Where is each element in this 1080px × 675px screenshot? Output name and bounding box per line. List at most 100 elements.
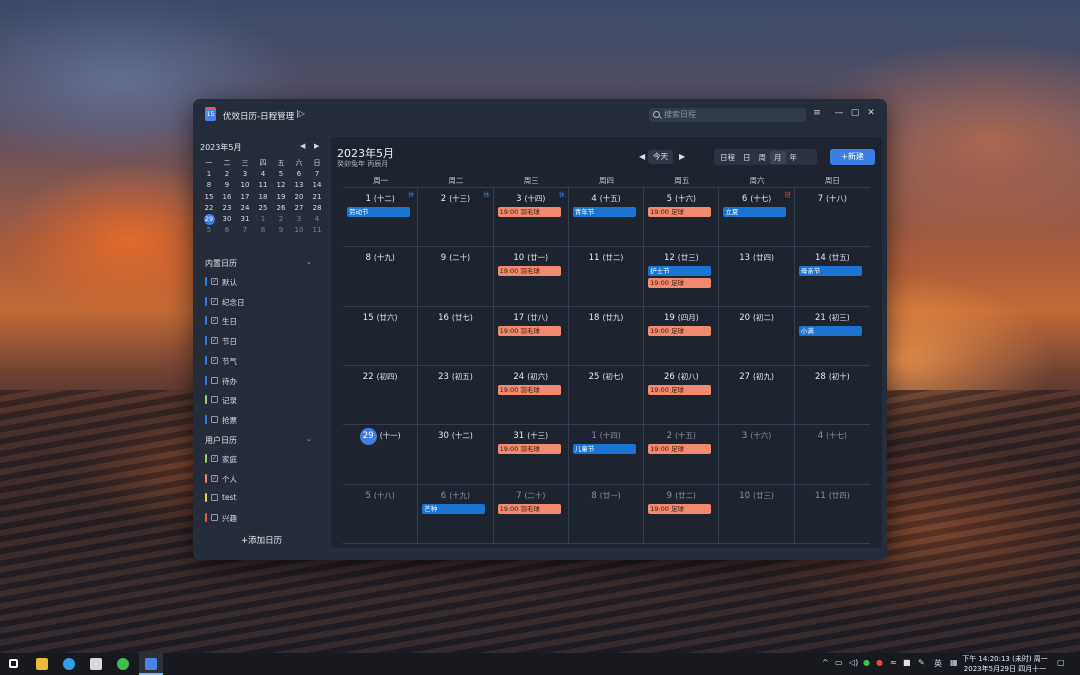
view-tab[interactable]: 年 [786,151,802,164]
day-cell[interactable]: 28 (初十) [794,366,870,426]
sidebar-toggle-icon[interactable]: |▷ [296,109,305,118]
file-explorer-taskbar-button[interactable] [30,653,54,675]
calendar-item[interactable]: ✓ 家庭 [205,453,315,465]
wifi-icon[interactable]: ≈ [890,658,897,667]
day-cell[interactable]: 6 (十七) 班立夏 [719,188,795,248]
calendar-checkbox[interactable] [211,494,218,502]
event-chip[interactable]: 19:00 足球 [648,385,712,395]
day-cell[interactable]: 10 (廿一) 19:00 羽毛球 [493,247,569,307]
today-button[interactable]: 今天 [648,150,673,164]
day-cell[interactable]: 26 (初八) 19:00 足球 [644,366,720,426]
chevron-up-icon[interactable]: ^ [822,658,829,667]
day-cell[interactable]: 3 (十六) [719,425,795,485]
mini-day[interactable]: 11 [308,225,326,236]
calendar-checkbox[interactable]: ✓ [211,356,218,364]
day-cell[interactable]: 11 (廿四) [794,485,870,544]
day-cell[interactable]: 31 (十三) 19:00 羽毛球 [493,425,569,485]
app-tray-icon[interactable]: ● [876,658,883,667]
mini-day[interactable]: 4 [308,214,326,225]
close-button[interactable]: ✕ [865,108,877,118]
day-cell[interactable]: 12 (廿三) 护士节 19:00 足球 [644,247,720,307]
day-cell[interactable]: 11 (廿二) [568,247,645,307]
day-cell[interactable]: 23 (初五) [418,366,494,426]
mini-day[interactable]: 11 [254,180,272,191]
mini-day[interactable]: 30 [218,214,236,225]
mini-day[interactable]: 2 [272,214,290,225]
calendar-checkbox[interactable]: ✓ [211,317,218,325]
mini-day[interactable]: 3 [290,214,308,225]
mini-day[interactable]: 19 [272,192,290,203]
event-chip[interactable]: 青年节 [572,207,636,217]
prev-month-icon[interactable]: ◀ [639,152,645,161]
mini-day[interactable]: 18 [254,192,272,203]
view-tab[interactable]: 日程 [716,151,739,164]
mini-day[interactable]: 21 [308,192,326,203]
event-chip[interactable]: 19:00 足球 [648,278,712,289]
day-cell[interactable]: 4 (十七) [794,425,870,485]
mini-day[interactable]: 7 [236,225,254,236]
next-month-icon[interactable]: ▶ [679,152,685,161]
event-chip[interactable]: 19:00 足球 [648,503,712,514]
calendar-app-taskbar-button[interactable] [139,653,163,675]
day-cell[interactable]: 5 (十八) [343,484,419,544]
day-cell[interactable]: 14 (廿五) 母亲节 [794,247,870,307]
day-cell[interactable]: 20 (初二) [719,306,795,366]
event-chip[interactable]: 儿童节 [572,444,636,455]
pen-icon[interactable]: ✎ [918,658,925,667]
keyboard-icon[interactable]: ▦ [950,658,958,667]
mini-day[interactable]: 3 [236,169,254,180]
mini-day[interactable]: 8 [254,225,272,236]
add-calendar-button[interactable]: +添加日历 [241,534,282,546]
game-app-taskbar-button[interactable] [84,653,108,675]
mini-day[interactable]: 10 [290,225,308,236]
day-cell[interactable]: 29 (十一) [343,425,419,485]
day-cell[interactable]: 24 (初六) 19:00 羽毛球 [493,366,569,426]
mini-day[interactable]: 15 [200,192,218,203]
day-cell[interactable]: 27 (初九) [719,366,795,426]
day-cell[interactable]: 10 (廿三) [719,484,795,544]
event-chip[interactable]: 19:00 羽毛球 [497,266,561,277]
event-chip[interactable]: 芒种 [422,503,486,514]
mini-day[interactable]: 23 [218,203,236,214]
network-icon[interactable]: ▭ [835,658,843,667]
view-tab[interactable]: 月 [770,150,786,164]
event-chip[interactable]: 母亲节 [798,266,862,277]
day-cell[interactable]: 21 (初三) 小满 [794,307,870,366]
system-clock[interactable]: 下午 14:20:13 (未时) 周一 2023年5月29日 四月十一 [960,654,1050,674]
maximize-button[interactable]: ▢ [849,108,861,118]
search-input[interactable]: 搜索日程 [649,108,806,122]
calendar-checkbox[interactable] [211,376,218,384]
event-chip[interactable]: 劳动节 [347,207,410,217]
mini-day[interactable]: 6 [218,225,236,236]
calendar-checkbox[interactable]: ✓ [211,455,218,462]
day-cell[interactable]: 30 (十二) [418,425,494,485]
event-chip[interactable]: 19:00 羽毛球 [497,325,561,336]
mini-day[interactable]: 5 [200,225,218,236]
calendar-item[interactable]: 记录 [205,394,315,406]
calendar-checkbox[interactable]: ✓ [211,474,218,482]
day-cell[interactable]: 5 (十六) 19:00 足球 [644,188,720,248]
mini-day[interactable]: 13 [290,180,308,191]
event-chip[interactable]: 19:00 羽毛球 [497,207,561,217]
security-tray-icon[interactable]: ■ [903,658,911,667]
mini-day[interactable]: 10 [236,180,254,191]
event-chip[interactable]: 立夏 [723,207,787,217]
mini-day[interactable]: 26 [272,203,290,214]
mini-day[interactable]: 12 [272,180,290,191]
wechat-tray-icon[interactable]: ● [863,658,870,667]
calendar-checkbox[interactable]: ✓ [211,337,218,345]
day-cell[interactable]: 7 (二十) 19:00 羽毛球 [493,484,569,544]
event-chip[interactable]: 护士节 [648,266,712,277]
view-tab[interactable]: 周 [755,151,771,164]
day-cell[interactable]: 6 (十九) 芒种 [418,484,494,544]
calendar-checkbox[interactable] [211,415,218,423]
day-cell[interactable]: 9 (二十) [418,247,494,307]
notification-icon[interactable]: ▢ [1057,658,1065,667]
calendar-checkbox[interactable]: ✓ [211,297,218,305]
view-tab[interactable]: 日 [739,151,755,164]
day-cell[interactable]: 2 (十三) 休 [418,188,494,248]
mini-day[interactable]: 2 [218,169,236,180]
mini-day[interactable]: 1 [200,169,218,180]
calendar-item[interactable]: test [205,492,315,504]
day-cell[interactable]: 4 (十五) 青年节 [568,188,645,248]
